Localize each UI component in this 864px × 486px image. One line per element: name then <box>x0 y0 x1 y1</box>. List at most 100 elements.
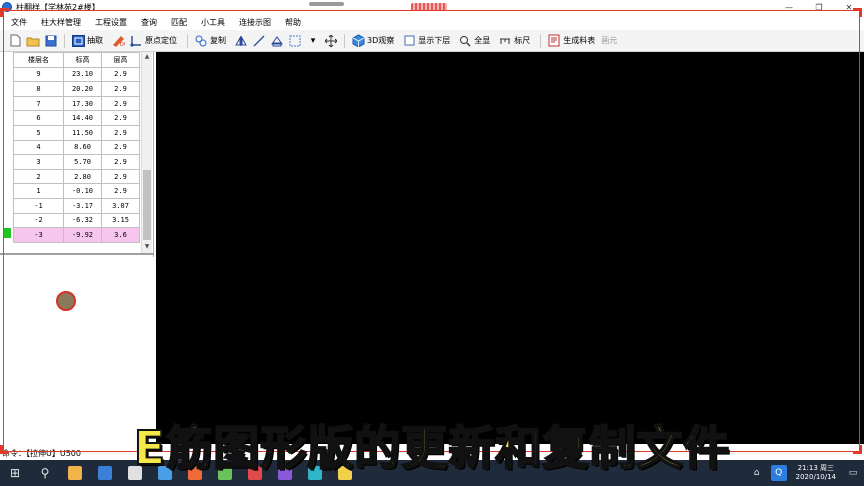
new-file-icon[interactable] <box>8 34 22 48</box>
report-icon <box>547 34 561 48</box>
floor-height-cell[interactable]: 2.9 <box>101 66 140 83</box>
elevation-cell[interactable]: 8.60 <box>63 139 102 156</box>
table-row[interactable]: 3 5.70 2.9 <box>13 154 140 170</box>
open-folder-icon[interactable] <box>26 34 40 48</box>
move-icon[interactable] <box>324 34 338 48</box>
menu-tools[interactable]: 小工具 <box>196 17 230 28</box>
header-floor-height[interactable]: 层高 <box>101 52 140 68</box>
floor-name-cell[interactable]: -2 <box>13 212 64 229</box>
extract-button[interactable]: 抽取 <box>69 34 103 48</box>
show-all-button[interactable]: 全显 <box>456 34 490 48</box>
draw-button[interactable]: 画元 <box>601 35 617 46</box>
floor-height-cell[interactable]: 2.9 <box>101 110 140 126</box>
table-scrollbar[interactable]: ▲ ▼ <box>141 52 152 253</box>
menu-diagram[interactable]: 连接示图 <box>234 17 276 28</box>
floor-name-cell[interactable]: 6 <box>13 110 64 126</box>
floor-height-cell[interactable]: 3.15 <box>101 212 140 229</box>
mirror-icon[interactable] <box>234 34 248 48</box>
floor-height-cell[interactable]: 2.9 <box>101 183 140 199</box>
table-row[interactable]: -1 -3.17 3.07 <box>13 197 140 214</box>
menu-bar: 文件 柱大样管理 工程设置 查询 匹配 小工具 连接示图 帮助 <box>0 14 864 30</box>
menu-help[interactable]: 帮助 <box>280 17 306 28</box>
clock-date: 2020/10/14 <box>795 473 836 481</box>
ruler-button[interactable]: 标尺 <box>496 34 530 48</box>
header-elevation[interactable]: 标高 <box>63 52 102 68</box>
generate-table-label: 生成料表 <box>563 36 596 45</box>
elevation-cell[interactable]: 17.30 <box>63 95 102 112</box>
notification-icon[interactable]: ▭ <box>845 465 861 481</box>
table-row-selected[interactable]: -3 -9.92 3.6 <box>13 227 140 243</box>
elevation-cell[interactable]: -3.17 <box>63 197 102 214</box>
windows-start-icon[interactable]: ⊞ <box>0 460 30 486</box>
select-box-icon[interactable] <box>288 34 302 48</box>
floor-name-cell[interactable]: -3 <box>13 227 64 243</box>
floor-name-cell[interactable]: 9 <box>13 66 64 83</box>
chevron-down-icon[interactable]: ▾ <box>306 34 320 48</box>
elevation-cell[interactable]: 2.80 <box>63 168 102 185</box>
ruler-label: 标尺 <box>514 36 531 45</box>
table-row[interactable]: 1 -0.10 2.9 <box>13 183 140 199</box>
floor-height-cell[interactable]: 3.6 <box>101 227 140 243</box>
table-row[interactable]: 7 17.30 2.9 <box>13 95 140 112</box>
floor-height-cell[interactable]: 2.9 <box>101 81 140 97</box>
layer-icon <box>402 34 416 48</box>
floor-height-cell[interactable]: 2.9 <box>101 139 140 156</box>
menu-query[interactable]: 查询 <box>136 17 162 28</box>
elevation-cell[interactable]: 5.70 <box>63 154 102 170</box>
table-row[interactable]: 2 2.80 2.9 <box>13 168 140 185</box>
elevation-cell[interactable]: -9.92 <box>63 227 102 243</box>
clock[interactable]: 21:13 周三 2020/10/14 <box>796 464 836 482</box>
floor-name-cell[interactable]: 7 <box>13 95 64 112</box>
table-row[interactable]: 6 14.40 2.9 <box>13 110 140 126</box>
scroll-down-icon[interactable]: ▼ <box>142 242 152 252</box>
elevation-cell[interactable]: -0.10 <box>63 183 102 199</box>
table-row[interactable]: 4 8.60 2.9 <box>13 139 140 156</box>
origin-button[interactable]: 原点定位 <box>127 34 177 48</box>
scroll-up-icon[interactable]: ▲ <box>142 52 152 62</box>
floor-height-cell[interactable]: 2.9 <box>101 124 140 141</box>
floor-height-cell[interactable]: 2.9 <box>101 168 140 185</box>
floor-name-cell[interactable]: -1 <box>13 197 64 214</box>
generate-table-button[interactable]: 生成料表 <box>545 34 595 48</box>
menu-project-settings[interactable]: 工程设置 <box>90 17 132 28</box>
floor-name-cell[interactable]: 4 <box>13 139 64 156</box>
table-row[interactable]: -2 -6.32 3.15 <box>13 212 140 229</box>
mouse-cursor-highlight <box>56 291 76 311</box>
current-row-marker <box>4 228 11 238</box>
table-row[interactable]: 9 23.10 2.9 <box>13 66 140 83</box>
floor-name-cell[interactable]: 2 <box>13 168 64 185</box>
show-lower-button[interactable]: 显示下层 <box>400 34 450 48</box>
floor-name-cell[interactable]: 8 <box>13 81 64 97</box>
floor-name-cell[interactable]: 3 <box>13 154 64 170</box>
line-icon[interactable] <box>252 34 266 48</box>
table-row[interactable]: 5 11.50 2.9 <box>13 124 140 141</box>
view-3d-button[interactable]: 3D观察 <box>349 34 394 48</box>
floor-name-cell[interactable]: 5 <box>13 124 64 141</box>
elevation-cell[interactable]: 20.20 <box>63 81 102 97</box>
header-floor-name[interactable]: 楼层名 <box>13 52 64 68</box>
menu-file[interactable]: 文件 <box>6 17 32 28</box>
toolbar-separator <box>344 33 345 48</box>
maximize-button[interactable]: ❐ <box>804 0 834 14</box>
elevation-cell[interactable]: -6.32 <box>63 212 102 229</box>
shape-icon[interactable] <box>270 34 284 48</box>
menu-match[interactable]: 匹配 <box>166 17 192 28</box>
copy-button[interactable]: 复制 <box>192 34 226 48</box>
menu-column-manage[interactable]: 柱大样管理 <box>36 17 86 28</box>
minimize-button[interactable]: — <box>774 0 804 14</box>
floor-height-cell[interactable]: 2.9 <box>101 95 140 112</box>
column-list-pane[interactable] <box>0 257 154 444</box>
floor-height-cell[interactable]: 2.9 <box>101 154 140 170</box>
toolbar-separator <box>187 33 188 48</box>
elevation-cell[interactable]: 11.50 <box>63 124 102 141</box>
elevation-cell[interactable]: 23.10 <box>63 66 102 83</box>
search-icon[interactable]: ⚲ <box>30 460 60 486</box>
table-row[interactable]: 8 20.20 2.9 <box>13 81 140 97</box>
floor-height-cell[interactable]: 3.07 <box>101 197 140 214</box>
elevation-cell[interactable]: 14.40 <box>63 110 102 126</box>
floor-name-cell[interactable]: 1 <box>13 183 64 199</box>
scroll-thumb[interactable] <box>143 170 151 240</box>
dwg-import-icon[interactable]: DWG <box>111 34 125 48</box>
drawing-canvas[interactable] <box>156 52 864 444</box>
save-icon[interactable] <box>44 34 58 48</box>
